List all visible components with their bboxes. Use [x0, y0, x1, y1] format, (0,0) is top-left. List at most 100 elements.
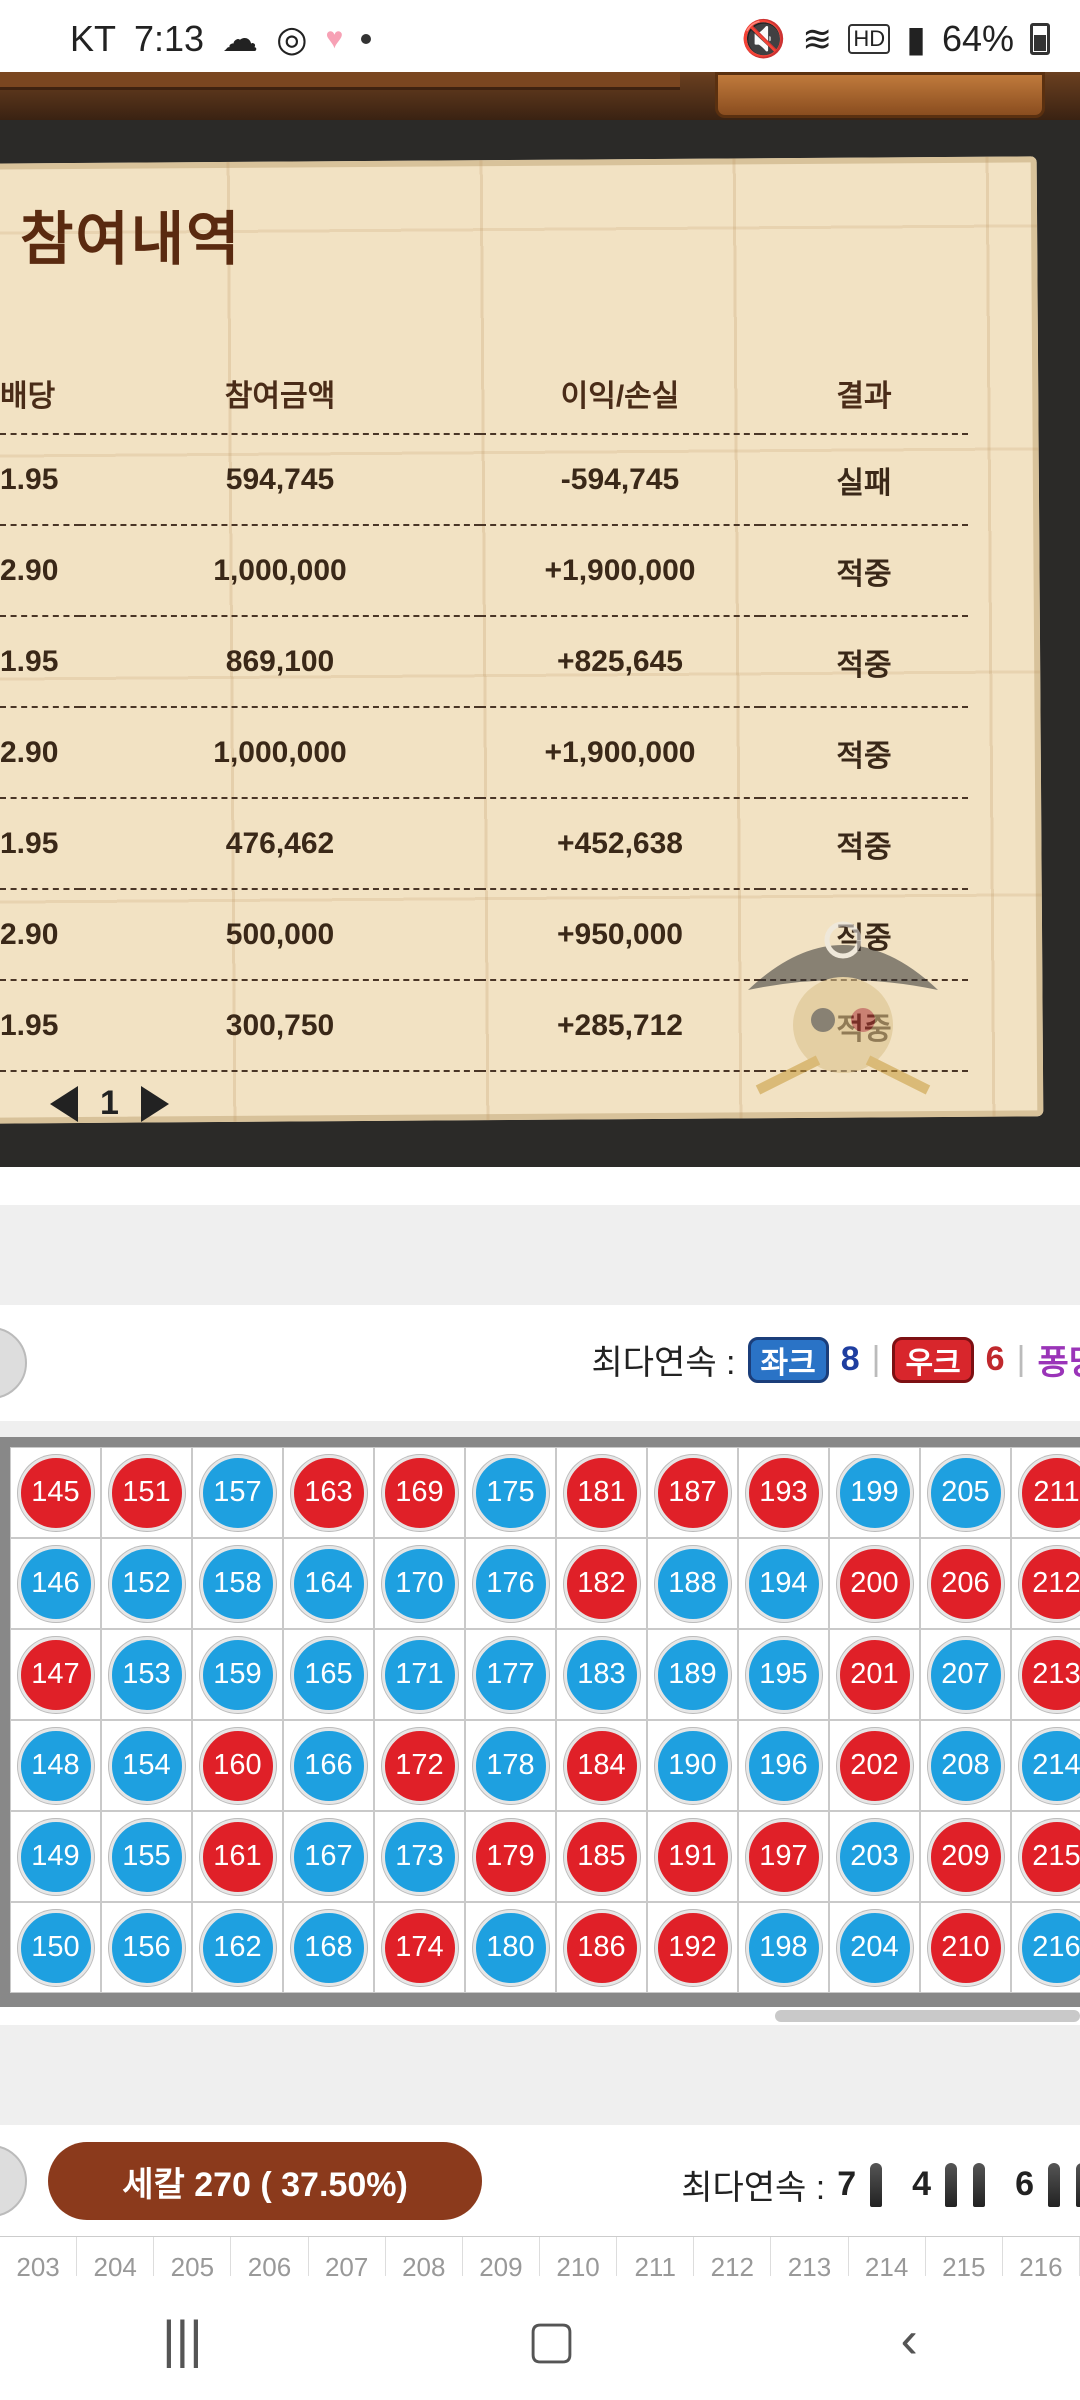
ruler-tick: 210 [540, 2237, 618, 2282]
grid-cell: 198 [738, 1902, 829, 1993]
panel-title: 참여내역 [20, 207, 242, 272]
grid-cell: 177 [465, 1629, 556, 1720]
grid-cell: 201 [829, 1629, 920, 1720]
next-page-icon[interactable] [140, 1085, 169, 1122]
grid-cell: 171 [374, 1629, 465, 1720]
blue-result-ball: 195 [745, 1636, 822, 1713]
prev-button[interactable] [0, 2145, 27, 2217]
wood-header [0, 72, 1080, 120]
grid-cell: 147 [10, 1629, 101, 1720]
knife-icon [945, 2162, 958, 2207]
red-result-ball: 206 [927, 1545, 1004, 1622]
result-cell: 적중 [760, 798, 968, 890]
grid-cell: 205 [920, 1447, 1011, 1538]
grid-cell: 175 [465, 1447, 556, 1538]
grid-scrollbar[interactable] [775, 2010, 1080, 2022]
prev-page-icon[interactable] [50, 1085, 78, 1122]
battery-icon [1030, 23, 1050, 55]
amount-cell: 869,100 [80, 616, 480, 708]
ruler-tick: 207 [309, 2237, 386, 2282]
blue-result-ball: 188 [654, 1545, 731, 1622]
red-result-ball: 161 [199, 1818, 276, 1895]
blue-result-ball: 167 [290, 1818, 367, 1895]
ruler-tick: 208 [386, 2237, 463, 2282]
red-result-ball: 215 [1018, 1818, 1080, 1895]
right-badge: 우크 [892, 1336, 974, 1383]
ruler-tick: 211 [617, 2237, 695, 2282]
grid-cell: 190 [647, 1720, 738, 1811]
signal-icon: ▮ [906, 18, 926, 59]
current-page[interactable]: 1 [100, 1084, 119, 1123]
red-result-ball: 185 [563, 1818, 640, 1895]
grid-cell: 155 [101, 1811, 192, 1902]
grid-cell: 210 [920, 1902, 1011, 1993]
spacer-band [0, 2025, 1080, 2125]
heart-icon: ♥ [325, 22, 344, 55]
home-icon[interactable]: ▢ [527, 2310, 576, 2370]
blue-result-ball: 154 [108, 1727, 185, 1804]
profit-loss-cell: +1,900,000 [480, 707, 760, 799]
table-header: 배당 참여금액 이익/손실 결과 [0, 352, 968, 435]
grid-cell: 183 [556, 1629, 647, 1720]
grid-cell: 192 [647, 1902, 738, 1993]
blue-result-ball: 180 [472, 1909, 549, 1986]
red-result-ball: 182 [563, 1545, 640, 1622]
red-result-ball: 184 [563, 1727, 640, 1804]
knife-stat-button[interactable]: 세칼 270 ( 37.50%) [48, 2142, 482, 2220]
streak-label: 최다연속 : [681, 2169, 826, 2207]
blue-result-ball: 146 [17, 1545, 94, 1622]
ruler-tick: 204 [77, 2237, 155, 2282]
grid-cell: 152 [101, 1538, 192, 1629]
blue-result-ball: 159 [199, 1636, 276, 1713]
streak-row-1: 최다연속 : 좌크 8 | 우크 6 | 퐁당 [0, 1305, 1080, 1421]
grid-cell: 172 [374, 1720, 465, 1811]
grid-cell: 178 [465, 1720, 556, 1811]
number-ruler: 203 204 205 206 207 208 209 210 211 212 213 214 215 2… [0, 2236, 1080, 2282]
result-grid: 145 151 157 163 169 175 181 187 193 199 205 211 146 1… [0, 1437, 1080, 2007]
pagination: 1 [50, 1084, 169, 1123]
red-result-ball: 212 [1018, 1545, 1080, 1622]
grid-cell: 211 [1011, 1447, 1080, 1538]
clock: 7:13 [134, 18, 205, 59]
grid-cell: 182 [556, 1538, 647, 1629]
odds-cell: 2.90 [0, 889, 80, 981]
result-cell: 적중 [760, 525, 968, 617]
blue-result-ball: 199 [836, 1454, 913, 1531]
red-result-ball: 172 [381, 1727, 458, 1804]
grid-cell: 174 [374, 1902, 465, 1993]
red-result-ball: 187 [654, 1454, 731, 1531]
prev-button[interactable] [0, 1327, 27, 1399]
blue-result-ball: 157 [199, 1454, 276, 1531]
left-badge: 좌크 [747, 1336, 829, 1383]
knife-streak-summary: 최다연속 : 7 4 6 [681, 2160, 1080, 2209]
blue-result-ball: 173 [381, 1818, 458, 1895]
blue-result-ball: 194 [745, 1545, 822, 1622]
red-result-ball: 174 [381, 1909, 458, 1986]
result-cell: 적중 [760, 616, 968, 708]
blue-result-ball: 166 [290, 1727, 367, 1804]
blue-result-ball: 203 [836, 1818, 913, 1895]
blue-result-ball: 177 [472, 1636, 549, 1713]
red-result-ball: 202 [836, 1727, 913, 1804]
grid-cell: 153 [101, 1629, 192, 1720]
streak-a: 7 [837, 2165, 857, 2203]
grid-cell: 186 [556, 1902, 647, 1993]
grid-cell: 181 [556, 1447, 647, 1538]
grid-cell: 208 [920, 1720, 1011, 1811]
back-icon[interactable]: ‹ [900, 2310, 917, 2370]
red-result-ball: 151 [108, 1454, 185, 1531]
grid-cell: 158 [192, 1538, 283, 1629]
grid-cell: 156 [101, 1902, 192, 1993]
grid-cell: 215 [1011, 1811, 1080, 1902]
result-cell: 실패 [760, 434, 968, 526]
blue-result-ball: 207 [927, 1636, 1004, 1713]
table-row: 1.95 594,745 -594,745 실패 [0, 434, 968, 526]
blue-result-ball: 150 [17, 1909, 94, 1986]
grid-cell: 166 [283, 1720, 374, 1811]
blue-result-ball: 153 [108, 1636, 185, 1713]
amount-cell: 1,000,000 [80, 525, 480, 617]
grid-cell: 185 [556, 1811, 647, 1902]
red-result-ball: 193 [745, 1454, 822, 1531]
recent-apps-icon[interactable]: ||| [162, 2310, 203, 2370]
grid-cell: 207 [920, 1629, 1011, 1720]
